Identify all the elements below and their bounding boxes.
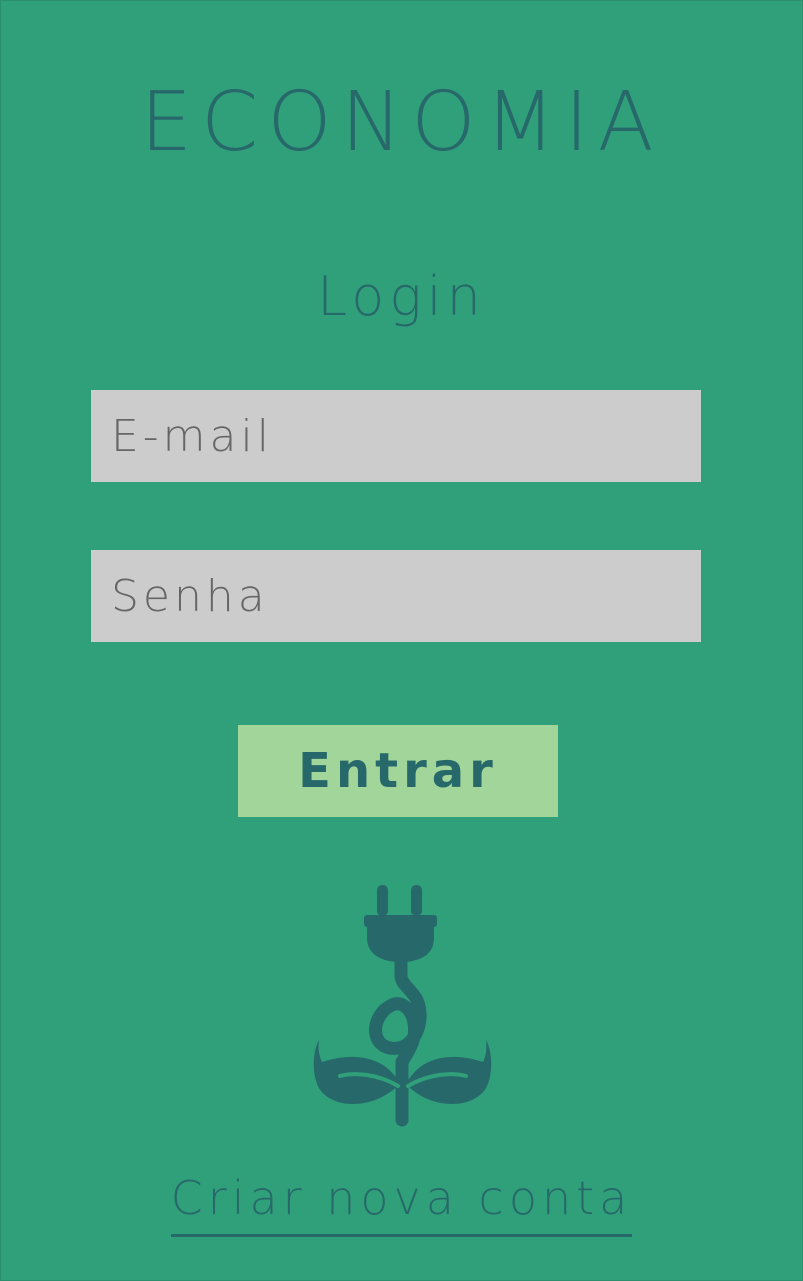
plug-plant-icon xyxy=(313,885,492,1127)
password-field[interactable] xyxy=(91,550,701,642)
app-title: ECONOMIA xyxy=(140,75,663,170)
create-account-link[interactable]: Criar nova conta xyxy=(0,1170,803,1237)
login-heading: Login xyxy=(317,265,486,328)
email-field[interactable] xyxy=(91,390,701,482)
create-account-label: Criar nova conta xyxy=(170,1170,633,1237)
login-button[interactable]: Entrar xyxy=(238,725,558,817)
